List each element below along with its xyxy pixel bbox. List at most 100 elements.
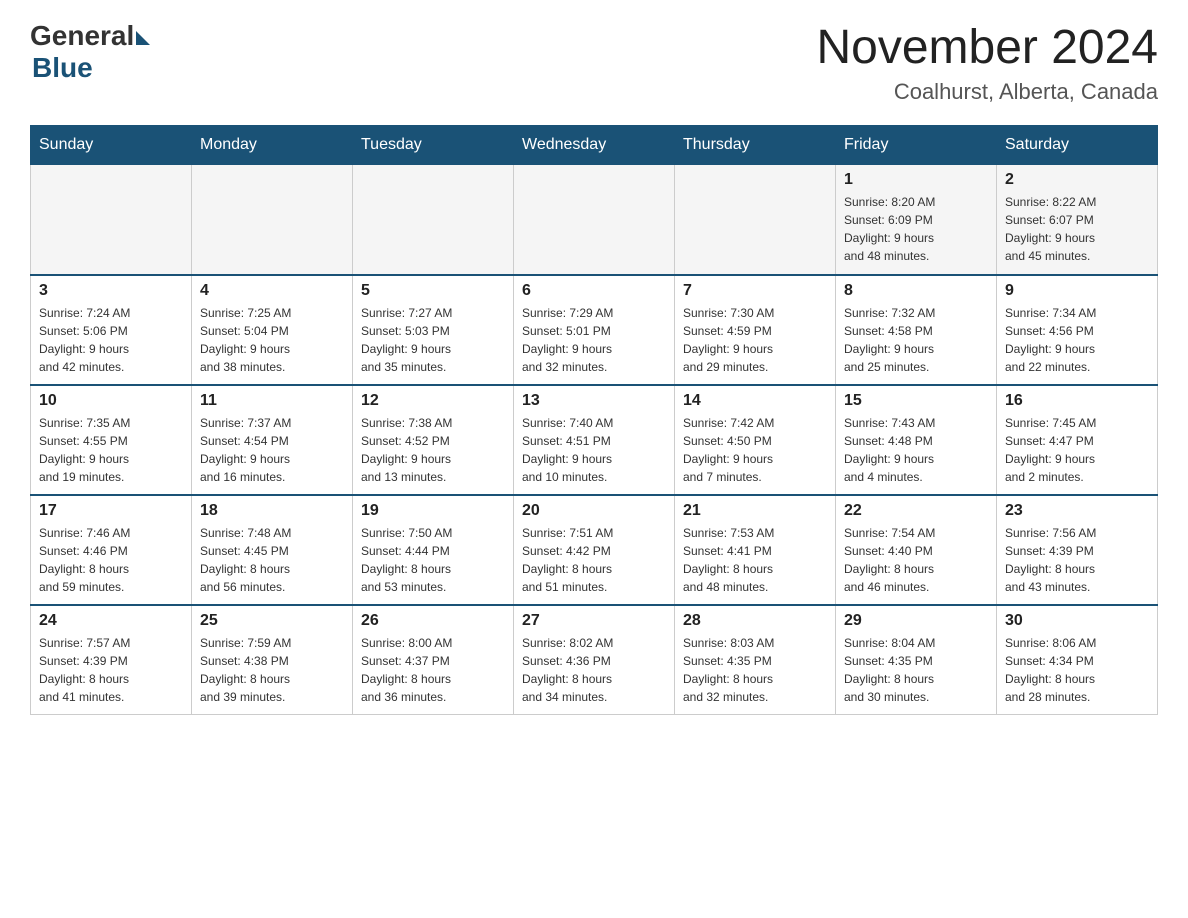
day-info: Sunrise: 8:02 AM Sunset: 4:36 PM Dayligh… (522, 634, 666, 706)
day-number: 15 (844, 392, 988, 410)
calendar-day-cell: 16Sunrise: 7:45 AM Sunset: 4:47 PM Dayli… (997, 385, 1158, 495)
day-info: Sunrise: 7:32 AM Sunset: 4:58 PM Dayligh… (844, 304, 988, 376)
calendar-day-cell: 10 Sunrise: 7:35 AM Sunset: 4:55 PM Dayli… (31, 385, 192, 495)
calendar-day-header: Monday (192, 126, 353, 165)
day-info: Sunrise: 7:54 AM Sunset: 4:40 PM Dayligh… (844, 524, 988, 596)
logo-arrow-icon (136, 31, 150, 45)
day-info: Sunrise: 7:51 AM Sunset: 4:42 PM Dayligh… (522, 524, 666, 596)
day-info: Sunrise: 7:48 AM Sunset: 4:45 PM Dayligh… (200, 524, 344, 596)
calendar-day-cell: 28 Sunrise: 8:03 AM Sunset: 4:35 PM Dayli… (675, 605, 836, 715)
location-subtitle: Coalhurst, Alberta, Canada (816, 79, 1158, 105)
day-info: Sunrise: 7:40 AM Sunset: 4:51 PM Dayligh… (522, 414, 666, 486)
calendar-day-cell: 6 Sunrise: 7:29 AM Sunset: 5:01 PM Daylig… (514, 275, 675, 385)
day-info: Sunrise: 7:53 AM Sunset: 4:41 PM Dayligh… (683, 524, 827, 596)
day-info: Sunrise: 7:57 AM Sunset: 4:39 PM Dayligh… (39, 634, 183, 706)
day-number: 28 (683, 612, 827, 630)
day-info: Sunrise: 7:50 AM Sunset: 4:44 PM Dayligh… (361, 524, 505, 596)
day-number: 12 (361, 392, 505, 410)
calendar-day-cell: 19 Sunrise: 7:50 AM Sunset: 4:44 PM Dayli… (353, 495, 514, 605)
day-number: 26 (361, 612, 505, 630)
calendar-day-cell: 2 Sunrise: 8:22 AM Sunset: 6:07 PM Daylig… (997, 165, 1158, 275)
calendar-week-row: 24 Sunrise: 7:57 AM Sunset: 4:39 PM Dayli… (31, 605, 1158, 715)
day-number: 9 (1005, 282, 1149, 300)
calendar-day-cell: 5Sunrise: 7:27 AM Sunset: 5:03 PM Daylig… (353, 275, 514, 385)
day-number: 4 (200, 282, 344, 300)
day-number: 23 (1005, 502, 1149, 520)
calendar-day-cell: 30 Sunrise: 8:06 AM Sunset: 4:34 PM Dayli… (997, 605, 1158, 715)
logo: General Blue (30, 20, 150, 84)
day-info: Sunrise: 8:03 AM Sunset: 4:35 PM Dayligh… (683, 634, 827, 706)
day-info: Sunrise: 7:45 AM Sunset: 4:47 PM Dayligh… (1005, 414, 1149, 486)
calendar-day-header: Tuesday (353, 126, 514, 165)
calendar-day-header: Saturday (997, 126, 1158, 165)
day-number: 2 (1005, 171, 1149, 189)
calendar-day-cell (514, 165, 675, 275)
day-info: Sunrise: 7:29 AM Sunset: 5:01 PM Dayligh… (522, 304, 666, 376)
calendar-day-cell: 11 Sunrise: 7:37 AM Sunset: 4:54 PM Dayli… (192, 385, 353, 495)
day-info: Sunrise: 8:00 AM Sunset: 4:37 PM Dayligh… (361, 634, 505, 706)
day-number: 1 (844, 171, 988, 189)
day-info: Sunrise: 8:04 AM Sunset: 4:35 PM Dayligh… (844, 634, 988, 706)
calendar-day-cell (675, 165, 836, 275)
day-info: Sunrise: 8:22 AM Sunset: 6:07 PM Dayligh… (1005, 193, 1149, 265)
calendar-day-cell: 9 Sunrise: 7:34 AM Sunset: 4:56 PM Daylig… (997, 275, 1158, 385)
day-number: 13 (522, 392, 666, 410)
calendar-day-cell: 17 Sunrise: 7:46 AM Sunset: 4:46 PM Dayli… (31, 495, 192, 605)
day-number: 17 (39, 502, 183, 520)
calendar-day-cell: 13 Sunrise: 7:40 AM Sunset: 4:51 PM Dayli… (514, 385, 675, 495)
calendar-header-row: SundayMondayTuesdayWednesdayThursdayFrid… (31, 126, 1158, 165)
calendar-day-cell: 23 Sunrise: 7:56 AM Sunset: 4:39 PM Dayli… (997, 495, 1158, 605)
day-number: 18 (200, 502, 344, 520)
day-info: Sunrise: 7:56 AM Sunset: 4:39 PM Dayligh… (1005, 524, 1149, 596)
calendar-day-cell: 15 Sunrise: 7:43 AM Sunset: 4:48 PM Dayli… (836, 385, 997, 495)
day-info: Sunrise: 8:20 AM Sunset: 6:09 PM Dayligh… (844, 193, 988, 265)
day-info: Sunrise: 7:34 AM Sunset: 4:56 PM Dayligh… (1005, 304, 1149, 376)
day-number: 25 (200, 612, 344, 630)
day-info: Sunrise: 7:42 AM Sunset: 4:50 PM Dayligh… (683, 414, 827, 486)
calendar-day-header: Thursday (675, 126, 836, 165)
day-number: 5 (361, 282, 505, 300)
day-number: 29 (844, 612, 988, 630)
calendar-day-cell: 21 Sunrise: 7:53 AM Sunset: 4:41 PM Dayli… (675, 495, 836, 605)
day-number: 24 (39, 612, 183, 630)
day-number: 6 (522, 282, 666, 300)
calendar-day-cell: 4Sunrise: 7:25 AM Sunset: 5:04 PM Daylig… (192, 275, 353, 385)
day-number: 8 (844, 282, 988, 300)
day-info: Sunrise: 7:37 AM Sunset: 4:54 PM Dayligh… (200, 414, 344, 486)
day-info: Sunrise: 8:06 AM Sunset: 4:34 PM Dayligh… (1005, 634, 1149, 706)
logo-general-text: General (30, 20, 134, 52)
calendar-day-cell: 1 Sunrise: 8:20 AM Sunset: 6:09 PM Daylig… (836, 165, 997, 275)
title-section: November 2024 Coalhurst, Alberta, Canada (816, 20, 1158, 105)
day-number: 14 (683, 392, 827, 410)
day-number: 10 (39, 392, 183, 410)
calendar-day-cell: 25Sunrise: 7:59 AM Sunset: 4:38 PM Dayli… (192, 605, 353, 715)
calendar-day-cell: 27 Sunrise: 8:02 AM Sunset: 4:36 PM Dayli… (514, 605, 675, 715)
calendar-week-row: 10 Sunrise: 7:35 AM Sunset: 4:55 PM Dayli… (31, 385, 1158, 495)
calendar-day-cell (353, 165, 514, 275)
calendar-day-cell: 3Sunrise: 7:24 AM Sunset: 5:06 PM Daylig… (31, 275, 192, 385)
day-number: 7 (683, 282, 827, 300)
calendar-week-row: 1 Sunrise: 8:20 AM Sunset: 6:09 PM Daylig… (31, 165, 1158, 275)
day-info: Sunrise: 7:38 AM Sunset: 4:52 PM Dayligh… (361, 414, 505, 486)
day-info: Sunrise: 7:35 AM Sunset: 4:55 PM Dayligh… (39, 414, 183, 486)
day-number: 27 (522, 612, 666, 630)
calendar-day-cell (31, 165, 192, 275)
day-info: Sunrise: 7:46 AM Sunset: 4:46 PM Dayligh… (39, 524, 183, 596)
day-number: 20 (522, 502, 666, 520)
calendar-day-header: Sunday (31, 126, 192, 165)
logo-blue-text: Blue (32, 52, 93, 84)
day-info: Sunrise: 7:24 AM Sunset: 5:06 PM Dayligh… (39, 304, 183, 376)
calendar-day-header: Friday (836, 126, 997, 165)
calendar-day-cell: 20 Sunrise: 7:51 AM Sunset: 4:42 PM Dayli… (514, 495, 675, 605)
month-year-title: November 2024 (816, 20, 1158, 75)
calendar-day-cell: 14 Sunrise: 7:42 AM Sunset: 4:50 PM Dayli… (675, 385, 836, 495)
day-number: 11 (200, 392, 344, 410)
day-number: 19 (361, 502, 505, 520)
calendar-day-cell: 8 Sunrise: 7:32 AM Sunset: 4:58 PM Daylig… (836, 275, 997, 385)
day-number: 21 (683, 502, 827, 520)
calendar-day-cell: 24 Sunrise: 7:57 AM Sunset: 4:39 PM Dayli… (31, 605, 192, 715)
day-number: 30 (1005, 612, 1149, 630)
page-header: General Blue November 2024 Coalhurst, Al… (30, 20, 1158, 105)
calendar-day-cell: 26 Sunrise: 8:00 AM Sunset: 4:37 PM Dayli… (353, 605, 514, 715)
day-info: Sunrise: 7:43 AM Sunset: 4:48 PM Dayligh… (844, 414, 988, 486)
